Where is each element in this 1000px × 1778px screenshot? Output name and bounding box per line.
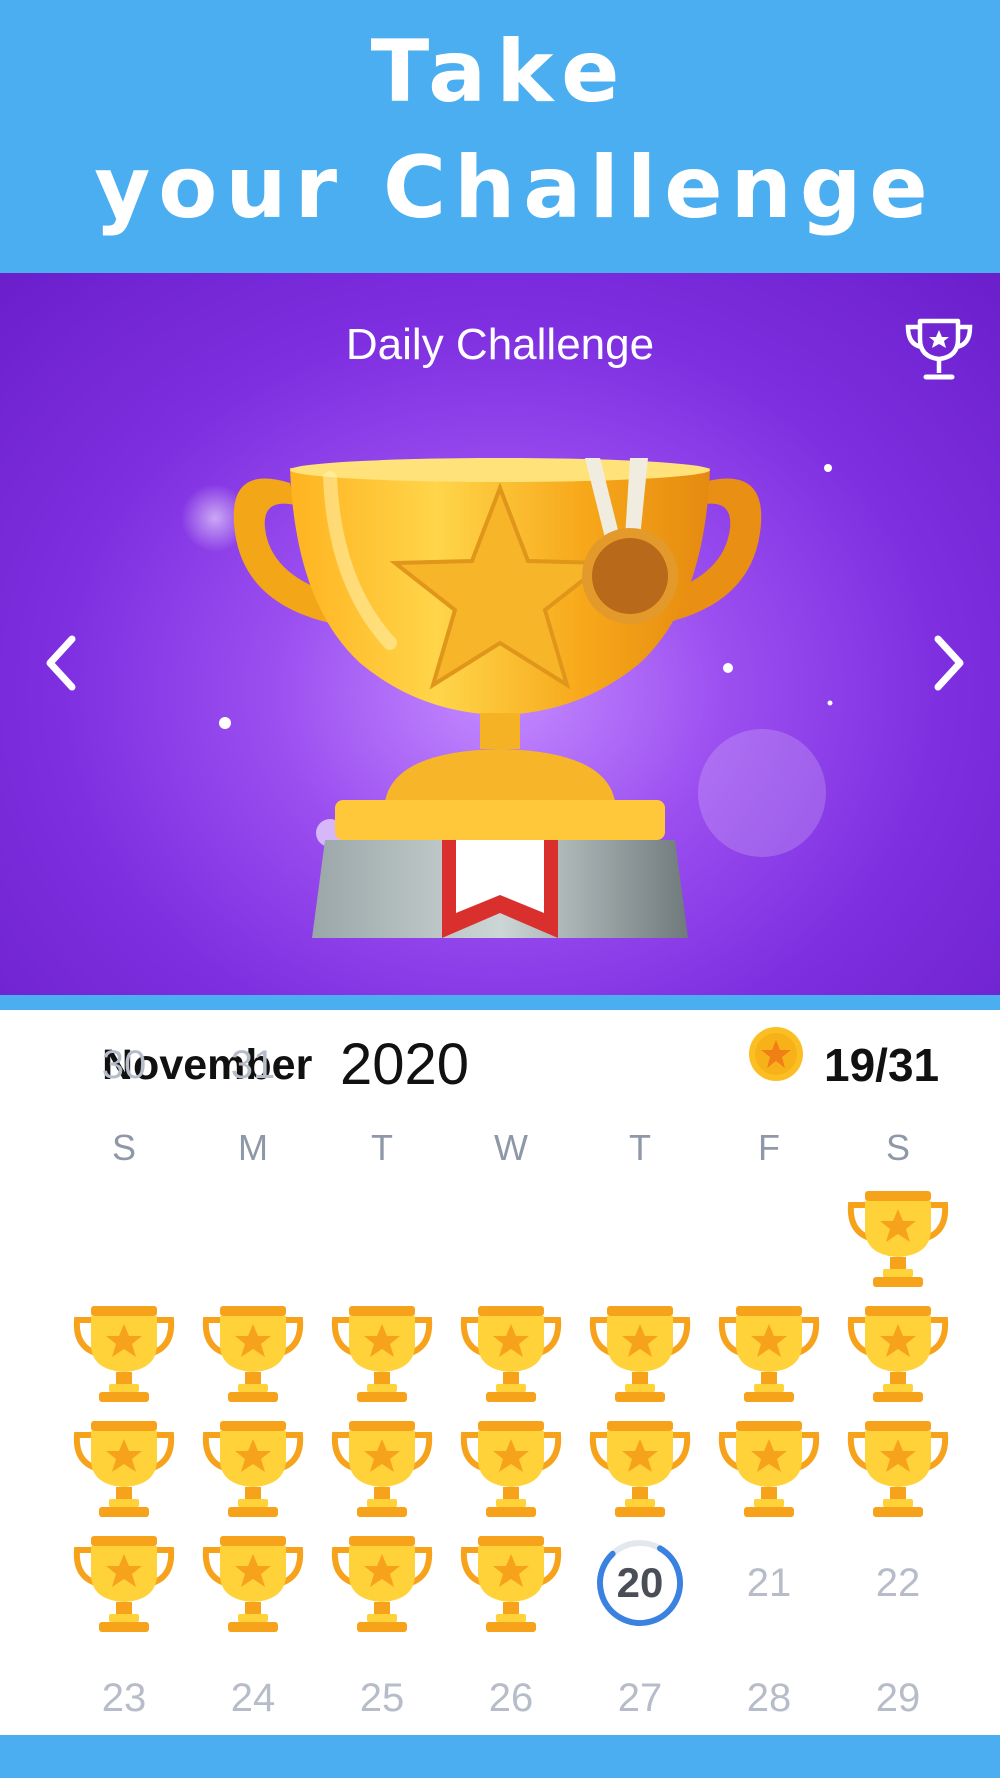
day-cell-completed[interactable] — [69, 1528, 179, 1638]
day-cell-completed[interactable] — [714, 1298, 824, 1408]
bokeh-light — [698, 729, 826, 857]
day-cell-completed[interactable] — [585, 1298, 695, 1408]
trophy-icon — [331, 1421, 433, 1517]
trophy-icon — [589, 1306, 691, 1402]
bottom-bar — [0, 1735, 1000, 1778]
day-number: 22 — [875, 1561, 921, 1605]
day-cell-upcoming[interactable]: 31 — [198, 1010, 308, 1120]
trophy-icon — [718, 1421, 820, 1517]
next-month-button[interactable] — [920, 631, 976, 695]
day-number: 30 — [101, 1043, 147, 1087]
day-cell-completed[interactable] — [456, 1298, 566, 1408]
trophy-icon — [718, 1306, 820, 1402]
day-cell-completed[interactable] — [585, 1413, 695, 1523]
trophy-icon — [905, 318, 973, 380]
trophy-icon — [73, 1536, 175, 1632]
year-label: 2020 — [340, 1032, 470, 1097]
day-cell-completed[interactable] — [198, 1298, 308, 1408]
day-number: 21 — [746, 1561, 792, 1605]
weekday-label: S — [111, 1127, 136, 1168]
day-number: 20 — [616, 1559, 664, 1606]
prev-month-button[interactable] — [34, 631, 90, 695]
star-coin-icon — [749, 1027, 803, 1081]
trophy-icon — [331, 1536, 433, 1632]
weekday-label: M — [238, 1127, 268, 1168]
day-cell-completed[interactable] — [456, 1413, 566, 1523]
trophy-icon — [589, 1421, 691, 1517]
day-cell-completed[interactable] — [843, 1298, 953, 1408]
promo-title-line1: Take — [370, 22, 630, 122]
day-number: 31 — [230, 1043, 276, 1087]
chevron-right-icon — [934, 635, 964, 691]
trophy-icon — [460, 1421, 562, 1517]
day-cell-completed[interactable] — [714, 1413, 824, 1523]
day-cell-completed[interactable] — [198, 1413, 308, 1523]
trophy-icon — [331, 1306, 433, 1402]
day-cell-completed[interactable] — [198, 1528, 308, 1638]
chevron-left-icon — [46, 635, 76, 691]
calendar: November 2020 19/31 SMTWTFS 20 21 22 23 24 25… — [0, 1010, 1000, 1735]
trophy-icon — [202, 1536, 304, 1632]
trophy-illustration — [181, 458, 833, 938]
trophy-icon — [73, 1306, 175, 1402]
promo-title-line2: your Challenge — [94, 138, 936, 238]
trophy-icon — [847, 1191, 949, 1287]
trophy-icon — [847, 1306, 949, 1402]
day-cell-upcoming[interactable]: 21 — [714, 1528, 824, 1638]
daily-challenge-panel: Daily Challenge — [0, 273, 1000, 995]
weekday-label: F — [758, 1127, 780, 1168]
sparkle-dot — [723, 663, 733, 673]
trophy-icon — [460, 1306, 562, 1402]
weekday-label: T — [371, 1127, 393, 1168]
day-cell-completed[interactable] — [327, 1298, 437, 1408]
day-cell-today[interactable]: 20 — [585, 1528, 695, 1638]
day-cell-completed[interactable] — [69, 1298, 179, 1408]
day-cell-completed[interactable] — [456, 1528, 566, 1638]
trophy-history-button[interactable] — [900, 311, 978, 389]
day-cell-completed[interactable] — [327, 1528, 437, 1638]
sparkle-dot — [824, 464, 832, 472]
trophy-icon — [202, 1421, 304, 1517]
sparkle-dot — [827, 700, 833, 706]
weekday-label: S — [885, 1127, 910, 1168]
trophy-icon — [202, 1306, 304, 1402]
day-cell-completed[interactable] — [327, 1413, 437, 1523]
sparkle-dot — [219, 717, 231, 729]
day-cell-completed[interactable] — [843, 1413, 953, 1523]
day-cell-completed[interactable] — [69, 1413, 179, 1523]
panel-title: Daily Challenge — [345, 320, 655, 369]
promo-header: Take your Challenge — [0, 0, 1000, 273]
day-cell-completed[interactable] — [843, 1183, 953, 1293]
trophy-icon — [73, 1421, 175, 1517]
trophy-icon — [847, 1421, 949, 1517]
day-cell-upcoming[interactable]: 30 — [69, 1010, 179, 1120]
progress-count: 19/31 — [824, 1039, 940, 1091]
trophy-icon — [460, 1536, 562, 1632]
day-cell-upcoming[interactable]: 22 — [843, 1528, 953, 1638]
weekday-label: W — [494, 1127, 528, 1168]
weekday-label: T — [629, 1127, 651, 1168]
